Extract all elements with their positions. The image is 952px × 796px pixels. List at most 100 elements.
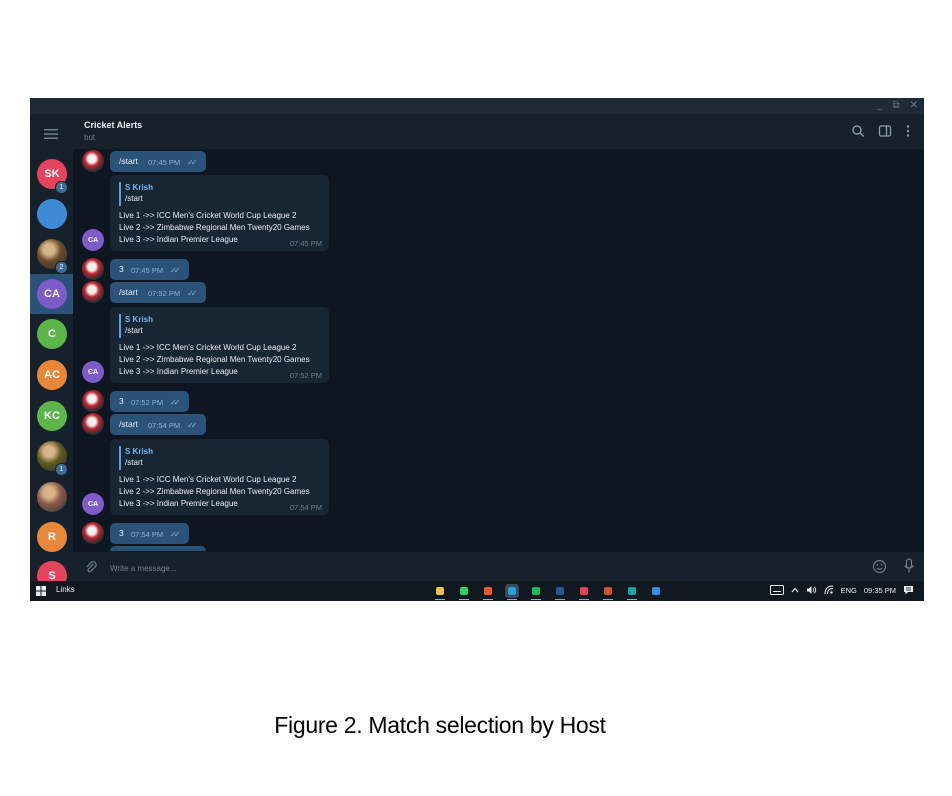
notifications-icon[interactable] [903,585,914,595]
outgoing-message[interactable]: /start 07:52 PM ✓✓ [110,282,206,303]
chat-list-item[interactable]: S [30,556,73,581]
chat-list-item[interactable]: C [30,314,73,354]
app-glyph [532,587,540,595]
chat-list-item[interactable]: CA [30,274,73,314]
sender-avatar[interactable] [82,150,104,172]
reply-quote[interactable]: S Krish/start [119,314,275,338]
sidebar-icon[interactable] [878,124,892,138]
quote-text: /start [125,326,143,335]
vscode-icon[interactable] [649,584,663,598]
chat-list-item[interactable] [30,194,73,234]
message-text: 3 [119,396,124,406]
avatar: S [37,561,67,581]
sender-avatar[interactable] [82,522,104,544]
outgoing-message[interactable]: 3 07:52 PM ✓✓ [110,391,189,412]
quote-author: S Krish [125,447,154,456]
bot-avatar[interactable]: CA [82,361,104,383]
bot-avatar[interactable]: CA [82,229,104,251]
telegram-icon[interactable] [505,584,519,600]
chat-list-item[interactable]: SK 1 [30,154,73,194]
outgoing-message[interactable]: 3 07:45 PM ✓✓ [110,259,189,280]
wifi-icon[interactable] [824,585,834,595]
emoji-icon[interactable] [872,559,887,574]
edge-icon[interactable] [625,584,639,600]
sender-avatar[interactable] [82,413,104,435]
message-line: Live 3 ->> Indian Premier League [119,367,238,376]
sender-avatar[interactable] [82,258,104,280]
message-time: 07:52 PM [148,289,181,298]
avatar: C [37,319,67,349]
volume-icon[interactable] [806,585,817,595]
windows-start-icon[interactable] [36,586,46,596]
close-button[interactable]: ✕ [910,99,918,113]
clock[interactable]: 09:35 PM [864,586,896,595]
message-input[interactable] [108,559,712,577]
message-line: Live 2 ->> Zimbabwe Regional Men Twenty2… [119,223,310,232]
outgoing-message[interactable]: /start 07:54 PM ✓✓ [110,414,206,435]
paperclip-icon[interactable] [84,560,98,574]
chat-title[interactable]: Cricket Alerts [84,120,142,130]
incoming-message[interactable]: S Krish/start Live 1 ->> ICC Men's Cricke… [110,307,329,383]
message-line: Live 3 ->> Indian Premier League [119,235,238,244]
spotify-icon[interactable] [529,584,543,600]
message-text: /start [119,419,138,429]
reply-quote[interactable]: S Krish/start [119,446,275,470]
minimize-button[interactable]: _ [877,99,883,113]
search-icon[interactable] [851,124,865,138]
links-toolbar[interactable]: Links [56,585,75,594]
more-vert-icon[interactable] [901,124,915,138]
read-ticks-icon: ✓✓ [187,158,198,167]
running-indicator [483,598,493,600]
message-line: Live 1 ->> ICC Men's Cricket World Cup L… [119,343,297,352]
snipping-tool-icon[interactable] [577,584,591,600]
message-time: 07:52 PM [289,371,322,380]
app-glyph [508,587,516,595]
menu-icon[interactable] [44,128,58,140]
windows-taskbar: Links ENG 09:35 PM [30,581,924,601]
app-glyph [580,587,588,595]
reply-quote[interactable]: S Krish/start [119,182,275,206]
chat-list-item[interactable]: 2 [30,234,73,274]
unread-badge: 2 [55,261,68,274]
message-time: 07:45 PM [289,239,322,248]
sender-avatar[interactable] [82,281,104,303]
message-line: Live 1 ->> ICC Men's Cricket World Cup L… [119,475,297,484]
read-ticks-icon: ✓✓ [170,398,181,407]
read-ticks-icon: ✓✓ [187,421,198,430]
outgoing-message[interactable]: 3 07:54 PM ✓✓ [110,523,189,544]
microphone-icon[interactable] [902,558,916,574]
chat-list-item[interactable]: AC [30,355,73,395]
running-indicator [435,598,445,600]
whatsapp-icon[interactable] [457,584,471,600]
sender-avatar[interactable] [82,390,104,412]
chat-list-item[interactable]: R [30,517,73,557]
chat-list-item[interactable] [30,477,73,517]
app-glyph [436,587,444,595]
message-time: 07:45 PM [131,266,164,275]
bot-avatar[interactable]: CA [82,493,104,515]
running-indicator [507,598,517,600]
incoming-message[interactable]: S Krish/start Live 1 ->> ICC Men's Cricke… [110,439,329,515]
restore-button[interactable]: ⧉ [892,99,899,113]
powerpoint-icon[interactable] [601,584,615,600]
message-time: 07:45 PM [148,158,181,167]
chevron-up-icon[interactable] [791,587,799,593]
window-title-bar: _ ⧉ ✕ [30,98,924,114]
outgoing-message[interactable]: /start 07:45 PM ✓✓ [110,151,206,172]
language-indicator[interactable]: ENG [841,586,857,595]
incoming-message[interactable]: S Krish/start Live 1 ->> ICC Men's Cricke… [110,175,329,251]
brave-icon[interactable] [481,584,495,600]
avatar [37,482,67,512]
keyboard-icon[interactable] [769,585,784,595]
chat-list-item[interactable]: KC [30,396,73,436]
chat-list-item[interactable]: 1 [30,436,73,476]
message-list[interactable]: /start 07:45 PM ✓✓ S Krish/start Live 1 ->> … [73,150,924,551]
running-indicator [555,598,565,600]
avatar: AC [37,360,67,390]
app-glyph [628,587,636,595]
file-explorer-icon[interactable] [433,584,447,600]
quote-author: S Krish [125,183,154,192]
word-icon[interactable] [553,584,567,600]
telegram-desktop-window: _ ⧉ ✕ SK 1 2 CA C AC KC 1 R S Cricket Alerts bot [30,98,924,601]
system-tray: ENG 09:35 PM [769,585,914,595]
